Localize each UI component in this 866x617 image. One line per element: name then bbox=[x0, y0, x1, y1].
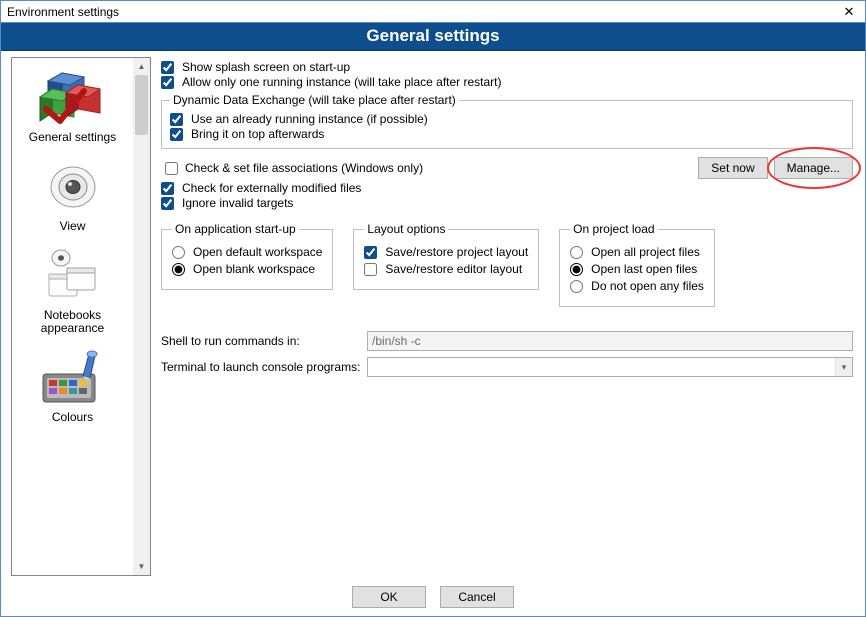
splash-label: Show splash screen on start-up bbox=[182, 60, 350, 74]
layout-editor-row: Save/restore editor layout bbox=[364, 262, 528, 276]
dde-bring-top-row: Bring it on top afterwards bbox=[170, 127, 844, 141]
project-load-last-radio[interactable] bbox=[570, 263, 583, 276]
general-settings-icon bbox=[37, 68, 109, 128]
layout-legend: Layout options bbox=[364, 222, 448, 236]
view-icon bbox=[37, 157, 109, 217]
startup-default-radio[interactable] bbox=[172, 246, 185, 259]
file-assoc-checkbox[interactable] bbox=[165, 162, 178, 175]
project-load-none-radio[interactable] bbox=[570, 280, 583, 293]
project-load-all-radio[interactable] bbox=[570, 246, 583, 259]
project-load-legend: On project load bbox=[570, 222, 657, 236]
scroll-up-icon[interactable]: ▲ bbox=[133, 58, 150, 75]
dde-use-running-label: Use an already running instance (if poss… bbox=[191, 112, 428, 126]
file-assoc-row: Check & set file associations (Windows o… bbox=[161, 157, 853, 179]
file-assoc-buttons: Set now Manage... bbox=[698, 157, 853, 179]
notebooks-icon bbox=[37, 246, 109, 306]
project-load-group: On project load Open all project files O… bbox=[559, 222, 715, 307]
project-load-all-label: Open all project files bbox=[591, 245, 700, 259]
single-instance-checkbox[interactable] bbox=[161, 76, 174, 89]
page-title-band: General settings bbox=[1, 23, 865, 51]
file-assoc-label: Check & set file associations (Windows o… bbox=[185, 161, 423, 175]
dialog-footer: OK Cancel bbox=[1, 576, 865, 608]
sidebar-item-label: Colours bbox=[52, 411, 93, 425]
dde-bring-top-label: Bring it on top afterwards bbox=[191, 127, 324, 141]
layout-editor-checkbox[interactable] bbox=[364, 263, 377, 276]
dde-legend: Dynamic Data Exchange (will take place a… bbox=[170, 93, 459, 107]
dde-use-running-checkbox[interactable] bbox=[170, 113, 183, 126]
ext-modified-label: Check for externally modified files bbox=[182, 181, 361, 195]
project-load-none-label: Do not open any files bbox=[591, 279, 704, 293]
content-area: General settings View bbox=[1, 51, 865, 576]
colours-icon bbox=[37, 348, 109, 408]
option-groups-row: On application start-up Open default wor… bbox=[161, 222, 853, 307]
shell-input[interactable] bbox=[367, 331, 853, 351]
sidebar-item-general-settings[interactable]: General settings bbox=[12, 64, 133, 153]
layout-editor-label: Save/restore editor layout bbox=[385, 262, 522, 276]
startup-blank-row: Open blank workspace bbox=[172, 262, 322, 276]
project-load-none-row: Do not open any files bbox=[570, 279, 704, 293]
manage-button[interactable]: Manage... bbox=[774, 157, 853, 179]
layout-project-label: Save/restore project layout bbox=[385, 245, 528, 259]
settings-sidebar: General settings View bbox=[11, 57, 151, 576]
sidebar-item-label: General settings bbox=[29, 131, 116, 145]
terminal-row: Terminal to launch console programs: ▾ bbox=[161, 357, 853, 377]
scroll-thumb[interactable] bbox=[135, 75, 148, 135]
set-now-button[interactable]: Set now bbox=[698, 157, 767, 179]
terminal-label: Terminal to launch console programs: bbox=[161, 360, 361, 374]
ignore-targets-checkbox[interactable] bbox=[161, 197, 174, 210]
scroll-track[interactable] bbox=[133, 135, 150, 558]
startup-default-label: Open default workspace bbox=[193, 245, 322, 259]
single-instance-checkbox-row: Allow only one running instance (will ta… bbox=[161, 75, 853, 89]
ignore-targets-label: Ignore invalid targets bbox=[182, 196, 293, 210]
shell-row: Shell to run commands in: bbox=[161, 331, 853, 351]
shell-label: Shell to run commands in: bbox=[161, 334, 361, 348]
dde-group: Dynamic Data Exchange (will take place a… bbox=[161, 93, 853, 149]
chevron-down-icon[interactable]: ▾ bbox=[835, 358, 852, 376]
splash-checkbox-row: Show splash screen on start-up bbox=[161, 60, 853, 74]
sidebar-item-label: Notebooks appearance bbox=[16, 309, 129, 337]
ext-modified-checkbox[interactable] bbox=[161, 182, 174, 195]
startup-group: On application start-up Open default wor… bbox=[161, 222, 333, 290]
scroll-down-icon[interactable]: ▼ bbox=[133, 558, 150, 575]
splash-checkbox[interactable] bbox=[161, 61, 174, 74]
project-load-last-label: Open last open files bbox=[591, 262, 697, 276]
project-load-all-row: Open all project files bbox=[570, 245, 704, 259]
terminal-combo[interactable]: ▾ bbox=[367, 357, 853, 377]
titlebar: Environment settings ✕ bbox=[1, 1, 865, 23]
page-title: General settings bbox=[366, 26, 499, 45]
dde-bring-top-checkbox[interactable] bbox=[170, 128, 183, 141]
close-icon[interactable]: ✕ bbox=[837, 3, 861, 21]
project-load-last-row: Open last open files bbox=[570, 262, 704, 276]
sidebar-list: General settings View bbox=[12, 58, 133, 433]
startup-default-row: Open default workspace bbox=[172, 245, 322, 259]
sidebar-item-view[interactable]: View bbox=[12, 153, 133, 242]
ignore-targets-row: Ignore invalid targets bbox=[161, 196, 853, 210]
startup-blank-label: Open blank workspace bbox=[193, 262, 315, 276]
layout-group: Layout options Save/restore project layo… bbox=[353, 222, 539, 290]
dde-use-running-row: Use an already running instance (if poss… bbox=[170, 112, 844, 126]
startup-blank-radio[interactable] bbox=[172, 263, 185, 276]
sidebar-item-colours[interactable]: Colours bbox=[12, 344, 133, 433]
startup-legend: On application start-up bbox=[172, 222, 299, 236]
sidebar-item-label: View bbox=[60, 220, 86, 234]
sidebar-scrollbar[interactable]: ▲ ▼ bbox=[133, 58, 150, 575]
sidebar-item-notebooks-appearance[interactable]: Notebooks appearance bbox=[12, 242, 133, 345]
cancel-button[interactable]: Cancel bbox=[440, 586, 514, 608]
ok-button[interactable]: OK bbox=[352, 586, 426, 608]
layout-project-checkbox[interactable] bbox=[364, 246, 377, 259]
layout-project-row: Save/restore project layout bbox=[364, 245, 528, 259]
ext-modified-row: Check for externally modified files bbox=[161, 181, 853, 195]
single-instance-label: Allow only one running instance (will ta… bbox=[182, 75, 502, 89]
window-title: Environment settings bbox=[7, 5, 119, 19]
settings-main: Show splash screen on start-up Allow onl… bbox=[159, 57, 855, 576]
